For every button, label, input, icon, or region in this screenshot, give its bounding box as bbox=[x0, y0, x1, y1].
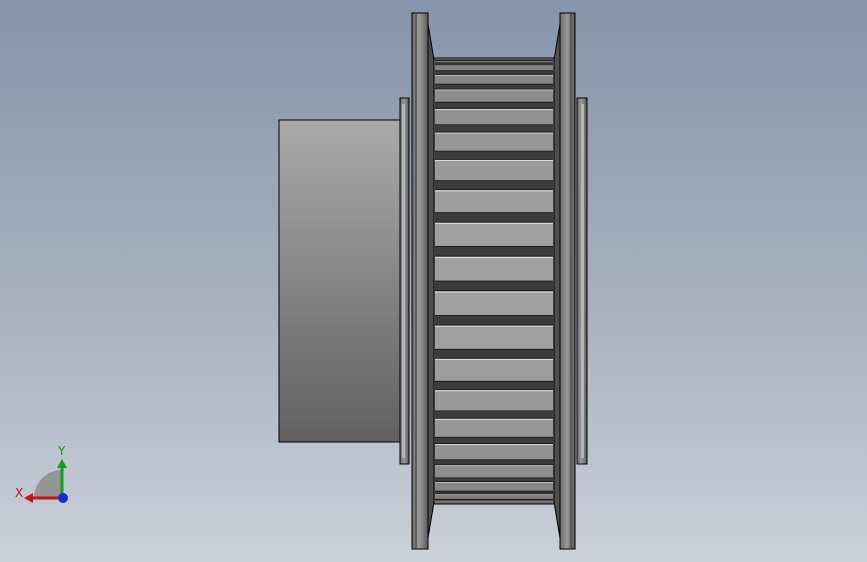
pulley-tooth bbox=[435, 477, 553, 492]
pulley-model[interactable] bbox=[0, 0, 867, 562]
pulley-tooth bbox=[435, 212, 553, 247]
z-axis-dot bbox=[58, 493, 68, 503]
pulley-flange-right bbox=[559, 12, 576, 550]
pulley-tooth bbox=[435, 459, 553, 478]
x-axis-arrow bbox=[24, 493, 33, 503]
graphics-viewport[interactable]: Y X bbox=[0, 0, 867, 562]
pulley-tooth bbox=[435, 315, 553, 350]
pulley-flange-left bbox=[411, 12, 429, 550]
pulley-tooth bbox=[435, 348, 553, 382]
pulley-tooth bbox=[435, 150, 553, 181]
y-axis-arrow bbox=[57, 459, 67, 468]
pulley-tooth bbox=[435, 280, 553, 316]
y-axis-label: Y bbox=[57, 444, 66, 458]
pulley-tooth bbox=[435, 246, 553, 281]
orientation-triad[interactable]: Y X bbox=[10, 440, 80, 510]
pulley-tooth bbox=[435, 490, 553, 500]
pulley-tooth bbox=[435, 101, 553, 125]
pulley-tooth bbox=[435, 70, 553, 85]
pulley-teeth bbox=[433, 57, 555, 505]
pulley-tooth bbox=[435, 124, 553, 152]
pulley-tooth bbox=[435, 380, 553, 411]
triad-plane-disc bbox=[34, 470, 62, 498]
pulley-hub bbox=[278, 119, 404, 443]
pulley-tooth bbox=[435, 180, 553, 213]
pulley-tooth bbox=[435, 59, 553, 63]
pulley-tooth bbox=[435, 62, 553, 71]
pulley-tooth bbox=[435, 83, 553, 103]
pulley-tooth bbox=[435, 410, 553, 438]
pulley-tooth bbox=[435, 436, 553, 460]
pulley-tooth bbox=[435, 498, 553, 502]
x-axis-label: X bbox=[15, 486, 23, 500]
